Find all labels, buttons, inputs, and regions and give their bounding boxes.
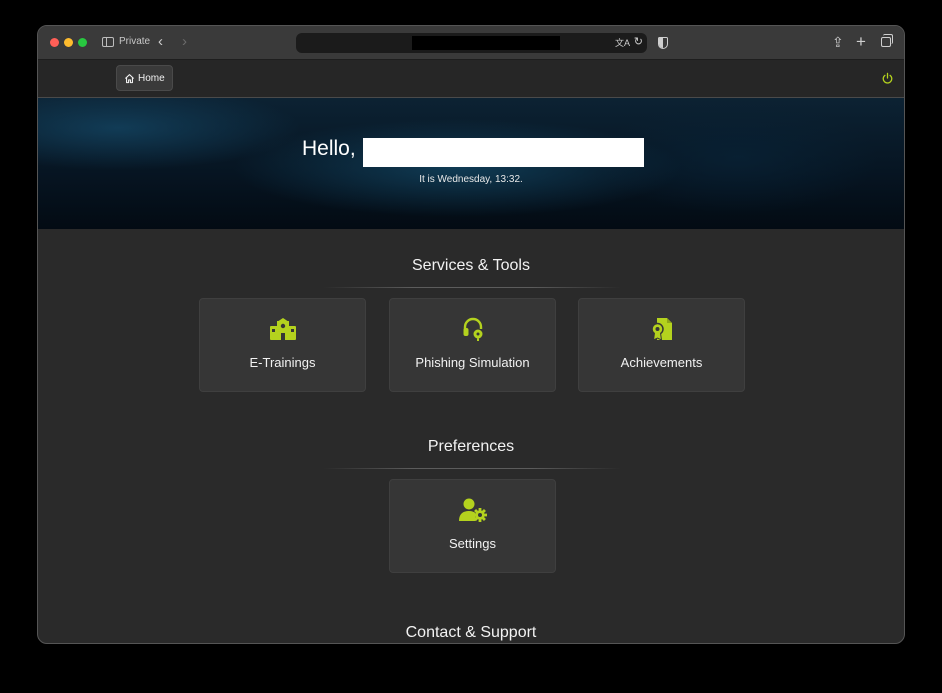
close-window-button[interactable] [50,38,59,47]
settings-card[interactable]: Settings [389,479,556,573]
power-icon[interactable] [881,72,894,85]
phishing-simulation-card[interactable]: Phishing Simulation [389,298,556,392]
redacted-url [412,36,560,50]
home-icon [124,73,135,83]
home-button[interactable]: Home [116,65,173,91]
section-divider [323,468,621,469]
back-button[interactable]: ‹ [158,33,163,51]
share-icon[interactable]: ⇪ [832,34,844,50]
new-tab-icon[interactable]: + [856,33,866,50]
main-content: Services & Tools E-Trainings Phishing Si… [38,229,904,643]
translate-icon[interactable]: 文A [615,36,630,50]
forward-button[interactable]: › [182,33,187,51]
privacy-shield-icon[interactable] [658,37,668,49]
app-navbar: Home [38,60,904,98]
contact-section-title: Contact & Support [405,624,537,641]
certificate-icon [650,318,672,341]
card-label: Settings [449,536,496,551]
browser-window: Private ‹ › 文A ↻ ⇪ + Home Hello, It is W… [37,25,905,644]
browser-toolbar: Private ‹ › 文A ↻ ⇪ + [38,26,904,60]
current-datetime: It is Wednesday, 13:32. [419,174,523,185]
school-icon [269,318,296,340]
headset-icon [463,317,482,341]
address-bar[interactable]: 文A ↻ [296,33,647,53]
user-gear-icon [458,498,487,522]
card-label: Achievements [620,355,703,370]
card-label: E-Trainings [249,355,316,370]
minimize-window-button[interactable] [64,38,73,47]
home-button-label: Home [138,72,165,84]
achievements-card[interactable]: Achievements [578,298,745,392]
sidebar-toggle-icon[interactable] [102,37,114,47]
welcome-banner: Hello, It is Wednesday, 13:32. [38,98,904,229]
reload-icon[interactable]: ↻ [634,35,643,50]
preferences-section-title: Preferences [427,438,515,455]
private-browsing-label: Private [119,36,151,47]
services-section-title: Services & Tools [412,257,530,274]
card-label: Phishing Simulation [415,355,530,370]
section-divider [323,287,621,288]
tab-overview-icon[interactable] [881,34,893,47]
zoom-window-button[interactable] [78,38,87,47]
greeting: Hello, [302,137,356,160]
redacted-user-name [363,138,644,167]
e-trainings-card[interactable]: E-Trainings [199,298,366,392]
